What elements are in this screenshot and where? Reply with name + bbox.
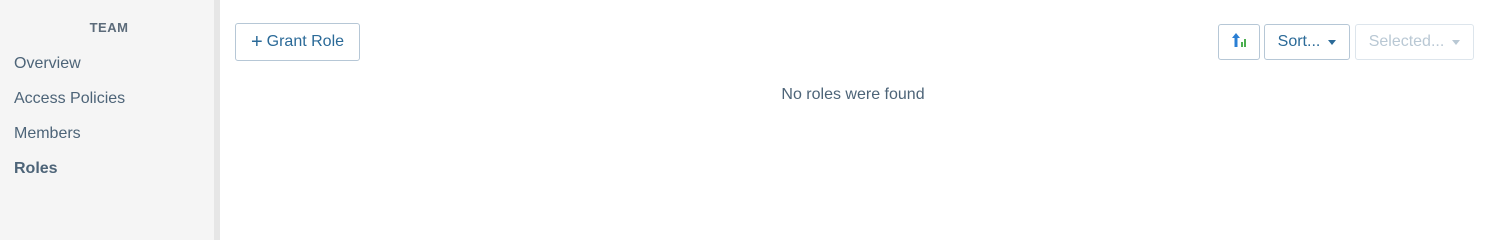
sidebar-item-roles[interactable]: Roles — [14, 158, 125, 193]
grant-role-button[interactable]: + Grant Role — [235, 23, 360, 61]
sidebar-item-members[interactable]: Members — [14, 123, 125, 158]
main-content: + Grant Role Sort... Selected... No role… — [220, 0, 1492, 240]
sidebar-nav: Overview Access Policies Members Roles — [14, 53, 125, 193]
sidebar-item-access-policies[interactable]: Access Policies — [14, 88, 125, 123]
plus-icon: + — [250, 31, 263, 53]
caret-down-icon — [1452, 39, 1461, 45]
sidebar-heading: TEAM — [89, 20, 129, 35]
grant-role-label: Grant Role — [266, 33, 345, 50]
sort-dropdown[interactable]: Sort... — [1264, 24, 1350, 60]
selected-label: Selected... — [1368, 33, 1445, 50]
app: TEAM Overview Access Policies Members Ro… — [0, 0, 1492, 240]
selected-actions-dropdown[interactable]: Selected... — [1355, 24, 1474, 60]
sort-ascending-icon — [1231, 32, 1247, 53]
caret-down-icon — [1328, 39, 1337, 45]
sort-label: Sort... — [1277, 33, 1321, 50]
sort-direction-button[interactable] — [1218, 24, 1260, 60]
sidebar: TEAM Overview Access Policies Members Ro… — [0, 0, 220, 240]
empty-state-message: No roles were found — [781, 86, 925, 103]
sidebar-item-overview[interactable]: Overview — [14, 53, 125, 88]
